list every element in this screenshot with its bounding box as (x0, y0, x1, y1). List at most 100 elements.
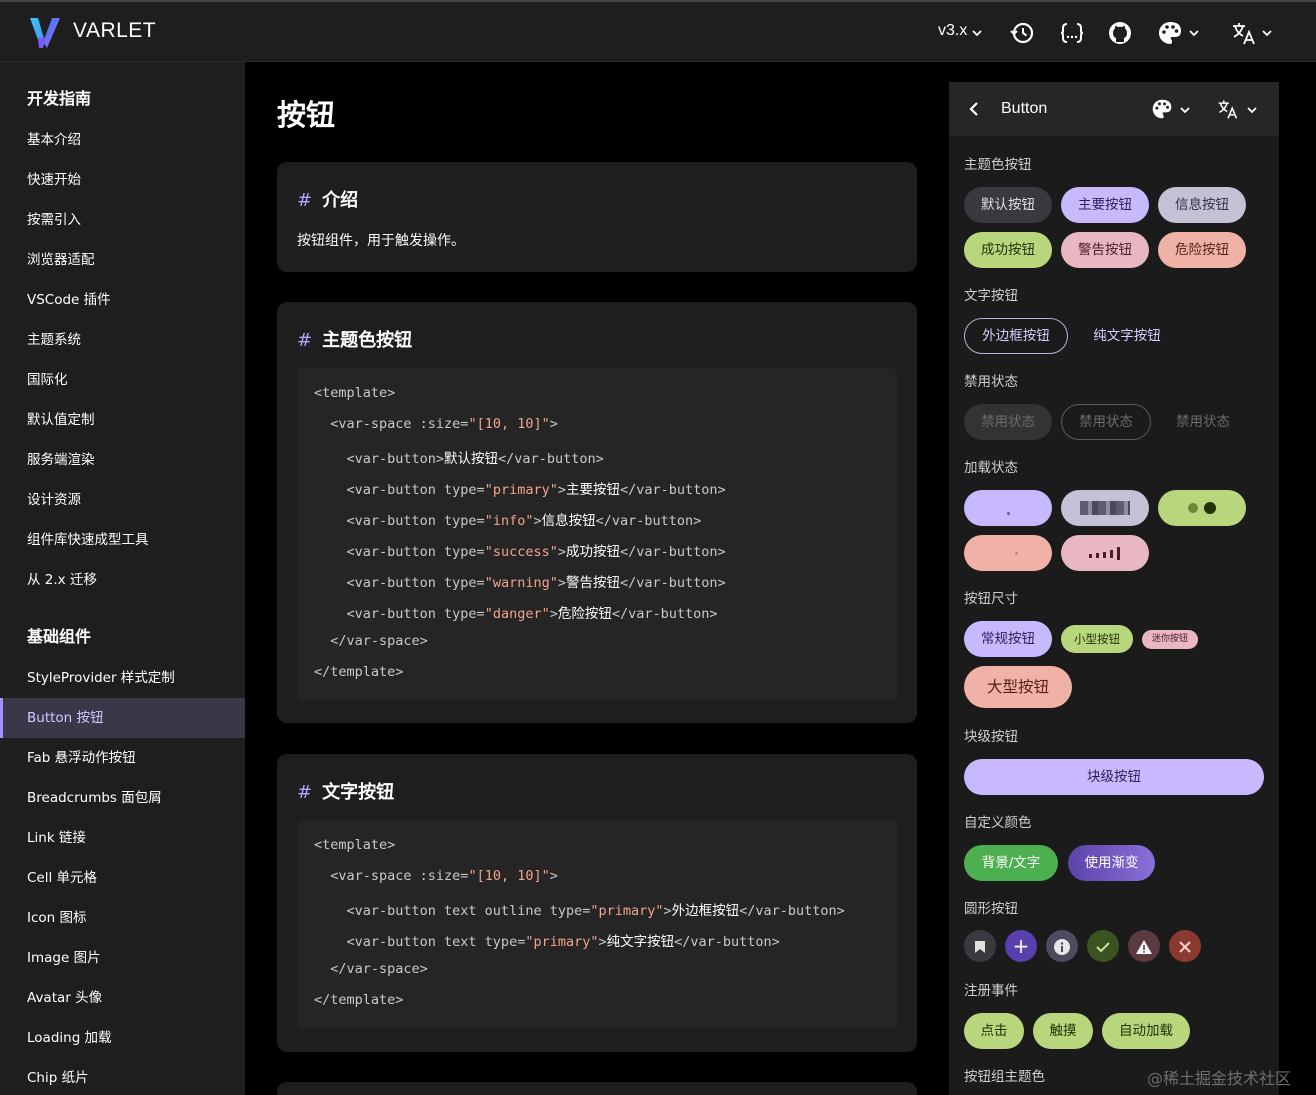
loading-button-danger[interactable] (964, 535, 1052, 571)
sidebar-item[interactable]: 设计资源 (0, 480, 245, 520)
code-line: <var-button type="danger">危险按钮</var-butt… (314, 602, 718, 622)
sidebar-item[interactable]: Cell 单元格 (0, 858, 245, 898)
default-button[interactable]: 默认按钮 (964, 187, 1052, 223)
mini-size-button[interactable]: 迷你按钮 (1142, 630, 1198, 649)
sidebar-item[interactable]: 快速开始 (0, 160, 245, 200)
sidebar-item[interactable]: 服务端渲染 (0, 440, 245, 480)
bookmark-icon[interactable] (964, 930, 996, 962)
sidebar-item[interactable]: Fab 悬浮动作按钮 (0, 738, 245, 778)
code-tag: > (557, 482, 566, 498)
back-arrow-icon[interactable] (967, 101, 981, 117)
sidebar-item[interactable]: Avatar 头像 (0, 978, 245, 1018)
sidebar-item[interactable]: 默认值定制 (0, 400, 245, 440)
code-string: "success" (484, 544, 558, 560)
code-string: "primary" (590, 903, 664, 919)
touch-button[interactable]: 触摸 (1033, 1013, 1093, 1049)
sidebar-item[interactable]: StyleProvider 样式定制 (0, 658, 245, 698)
text-button[interactable]: 纯文字按钮 (1081, 318, 1173, 354)
code-tag: > (598, 934, 607, 950)
chevron-down-icon (972, 30, 982, 37)
section-label: 自定义颜色 (964, 815, 1032, 831)
code-block[interactable]: <template> <var-space :size="[10, 10]"> … (297, 368, 897, 700)
sidebar-item[interactable]: Link 链接 (0, 818, 245, 858)
gradient-button[interactable]: 使用渐变 (1068, 845, 1155, 881)
success-button[interactable]: 成功按钮 (964, 232, 1052, 268)
code-tag: > (557, 544, 566, 560)
info-button[interactable]: 信息按钮 (1158, 187, 1246, 223)
code-line: <var-button>默认按钮</var-button> (314, 447, 604, 467)
check-icon[interactable] (1087, 930, 1119, 962)
sidebar-item[interactable]: 从 2.x 迁移 (0, 560, 245, 600)
sidebar-item[interactable]: VSCode 插件 (0, 280, 245, 320)
sidebar-item[interactable]: 主题系统 (0, 320, 245, 360)
palette-icon[interactable] (1151, 98, 1173, 120)
primary-button[interactable]: 主要按钮 (1061, 187, 1149, 223)
code-braces-icon[interactable] (1059, 20, 1085, 46)
sidebar-item[interactable]: Chip 纸片 (0, 1058, 245, 1095)
sidebar-item[interactable]: Icon 图标 (0, 898, 245, 938)
code-tag: <var-button type= (314, 482, 485, 498)
code-line: <var-space :size="[10, 10]"> (314, 868, 558, 884)
custom-color-button[interactable]: 背景/文字 (964, 845, 1058, 881)
section-title: 文字按钮 (322, 782, 395, 803)
info-icon[interactable] (1046, 930, 1078, 962)
varlet-logo[interactable] (28, 16, 62, 50)
translate-icon[interactable] (1217, 98, 1239, 120)
section-label: 注册事件 (964, 983, 1018, 999)
code-line: <var-button text outline type="primary">… (314, 899, 845, 919)
preview-app-bar: Button (949, 82, 1279, 136)
sidebar: 开发指南 基本介绍 快速开始 按需引入 浏览器适配 VSCode 插件 主题系统… (0, 62, 245, 1095)
mobile-preview: Button 主题色按钮 默认按钮 主要按钮 信息按钮 成功按钮 警告按钮 危险… (949, 82, 1279, 1095)
normal-size-button[interactable]: 常规按钮 (964, 621, 1052, 657)
code-text: 主要按钮 (565, 482, 620, 498)
sidebar-item[interactable]: Image 图片 (0, 938, 245, 978)
code-tag: <var-button type= (314, 575, 485, 591)
section-label: 加载状态 (964, 460, 1018, 476)
history-icon[interactable] (1009, 20, 1035, 46)
section-label: 按钮尺寸 (964, 591, 1018, 607)
sidebar-item[interactable]: 组件库快速成型工具 (0, 520, 245, 560)
danger-button[interactable]: 危险按钮 (1158, 232, 1246, 268)
section-label: 文字按钮 (964, 288, 1018, 304)
brand-name[interactable]: VARLET (73, 19, 156, 43)
translate-icon[interactable] (1231, 20, 1257, 46)
sidebar-item[interactable]: 基本介绍 (0, 120, 245, 160)
outline-button[interactable]: 外边框按钮 (964, 318, 1068, 354)
code-line: <template> (314, 837, 396, 853)
sidebar-item[interactable]: 浏览器适配 (0, 240, 245, 280)
section-heading: # 介绍 (297, 190, 359, 211)
sidebar-item[interactable]: Loading 加载 (0, 1018, 245, 1058)
version-select[interactable]: v3.x (938, 22, 967, 40)
code-line: </var-space> (314, 961, 428, 977)
github-icon[interactable] (1107, 20, 1133, 46)
top-header: VARLET v3.x (0, 0, 1316, 62)
sidebar-item-button-active[interactable]: Button 按钮 (0, 698, 245, 738)
click-button[interactable]: 点击 (964, 1013, 1024, 1049)
code-string: "danger" (484, 606, 550, 622)
loading-dot-icon (1204, 502, 1217, 514)
sidebar-item[interactable]: Breadcrumbs 面包屑 (0, 778, 245, 818)
large-size-button[interactable]: 大型按钮 (964, 666, 1072, 708)
plus-icon[interactable]: + (1005, 930, 1037, 962)
warning-icon[interactable] (1128, 930, 1160, 962)
loading-button-warning[interactable] (1061, 535, 1149, 571)
code-block[interactable]: <template> <var-space :size="[10, 10]"> … (297, 820, 897, 1028)
page-title: 按钮 (277, 98, 336, 132)
intro-card: # 介绍 按钮组件，用于触发操作。 (277, 162, 917, 272)
code-text: 纯文字按钮 (606, 934, 675, 950)
sidebar-item[interactable]: 按需引入 (0, 200, 245, 240)
close-icon[interactable] (1169, 930, 1201, 962)
sidebar-item[interactable]: 国际化 (0, 360, 245, 400)
small-size-button[interactable]: 小型按钮 (1061, 625, 1133, 653)
palette-icon[interactable] (1157, 20, 1183, 46)
loading-button-info[interactable] (1061, 490, 1149, 526)
auto-loading-button[interactable]: 自动加载 (1102, 1013, 1190, 1049)
code-text: 成功按钮 (565, 544, 620, 560)
section-label: 块级按钮 (964, 729, 1018, 745)
warning-button[interactable]: 警告按钮 (1061, 232, 1149, 268)
section-label: 主题色按钮 (964, 157, 1032, 173)
loading-button-success[interactable] (1158, 490, 1246, 526)
loading-button-primary[interactable] (964, 490, 1052, 526)
block-button[interactable]: 块级按钮 (964, 759, 1264, 795)
section-heading: # 主题色按钮 (297, 330, 413, 351)
